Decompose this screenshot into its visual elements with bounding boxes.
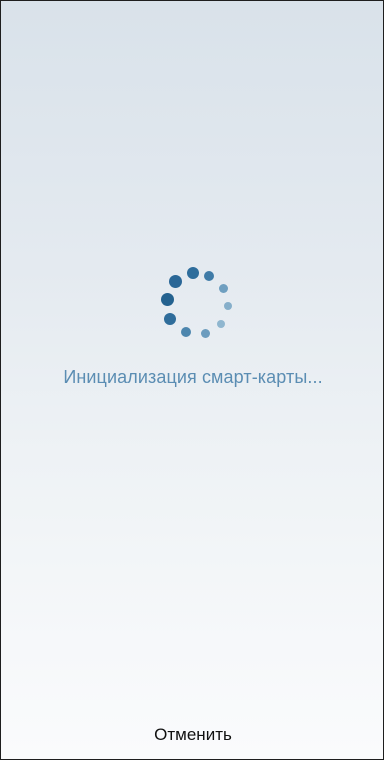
- spinner-dot: [219, 284, 228, 293]
- spinner-dot: [201, 329, 210, 338]
- cancel-button[interactable]: Отменить: [1, 725, 384, 745]
- spinner-dot: [161, 293, 174, 306]
- spinner-dot: [187, 267, 199, 279]
- spinner-dot: [164, 313, 176, 325]
- loading-dots-icon: [161, 267, 237, 343]
- loading-screen: Инициализация смарт-карты... Отменить: [0, 0, 384, 760]
- spinner-dot: [224, 302, 232, 310]
- spinner-dot: [181, 327, 191, 337]
- spinner-dot: [169, 275, 182, 288]
- status-message: Инициализация смарт-карты...: [63, 367, 323, 387]
- spinner-dot: [217, 320, 225, 328]
- spinner-dot: [204, 271, 214, 281]
